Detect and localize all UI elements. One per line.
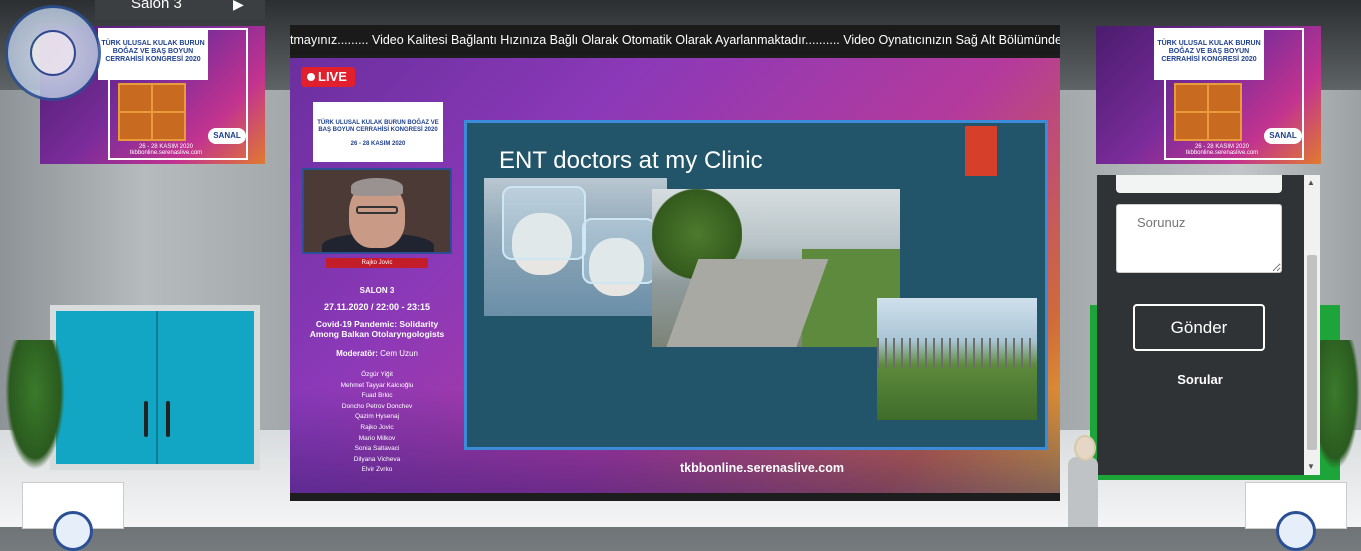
session-logo: TÜRK ULUSAL KULAK BURUN BOĞAZ VE BAŞ BOY… — [313, 102, 443, 162]
slide-photo-field — [877, 298, 1037, 420]
teal-door — [50, 305, 260, 470]
scroll-thumb[interactable] — [1307, 255, 1317, 450]
association-logo-icon — [5, 5, 101, 101]
pedestal-right — [1245, 482, 1347, 551]
session-topic: Covid-19 Pandemic: Solidarity Among Balk… — [309, 319, 445, 339]
session-url: tkbbonline.serenaslive.com — [680, 461, 844, 475]
questions-label: Sorular — [1177, 372, 1223, 387]
speaker-camera — [302, 168, 452, 254]
session-moderator: Moderatör: Cem Uzun — [336, 349, 418, 358]
scroll-up-icon[interactable]: ▲ — [1307, 178, 1315, 187]
session-time: 27.11.2020 / 22:00 - 23:15 — [323, 302, 431, 312]
scroll-down-icon[interactable]: ▼ — [1307, 462, 1315, 471]
slide-title: ENT doctors at my Clinic — [499, 147, 763, 174]
info-ticker: tmayınız......... Video Kalitesi Bağlant… — [290, 25, 1060, 55]
plant-left — [5, 340, 65, 470]
panelist: Sonia Saltavaci — [354, 445, 400, 453]
qa-scrollbar[interactable]: ▲ ▼ — [1304, 175, 1320, 475]
panelist: Mehmet Tayyar Kalcıoğlu — [340, 381, 414, 389]
speaker-name: Rajko Jovic — [326, 258, 428, 268]
pedestal-logo-icon — [53, 511, 93, 551]
session-info: SALON 3 27.11.2020 / 22:00 - 23:15 Covid… — [302, 286, 452, 476]
poster-date: 26 - 28 KASIM 2020 tkbbonline.serenaslive… — [1185, 144, 1259, 156]
panelist: Rajko Jovic — [360, 423, 394, 431]
submit-button[interactable]: Gönder — [1133, 304, 1265, 351]
salon-selector[interactable]: Salon 3 ▶ — [95, 0, 265, 20]
slide-accent — [965, 126, 997, 176]
poster-title: TÜRK ULUSAL KULAK BURUN BOĞAZ VE BAŞ BOY… — [1154, 28, 1264, 80]
poster-images — [1174, 83, 1242, 141]
panelist-list: Özgür Yiğit Mehmet Tayyar Kalcıoğlu Fuad… — [302, 370, 452, 476]
live-badge: LIVE — [301, 67, 355, 87]
sanal-badge: SANAL — [1264, 128, 1302, 144]
panelist: Qazim Hysenaj — [354, 413, 400, 421]
poster-images — [118, 83, 186, 141]
poster-date: 26 - 28 KASIM 2020 tkbbonline.serenaslive… — [129, 144, 203, 156]
qa-panel: Gönder Sorular ▲ ▼ — [1097, 175, 1320, 475]
question-input[interactable] — [1116, 204, 1282, 273]
play-icon[interactable]: ▶ — [233, 0, 244, 13]
salon-name: Salon 3 — [131, 0, 182, 12]
panelist: Doncho Petrov Donchev — [341, 402, 413, 410]
panelist: Özgür Yiğit — [361, 371, 393, 378]
panelist: Dilyana Vicheva — [353, 455, 401, 463]
slide-photo-doctors — [484, 178, 667, 316]
panelist: Elvir Zvrko — [361, 466, 393, 474]
video-screen[interactable]: LIVE TÜRK ULUSAL KULAK BURUN BOĞAZ VE BA… — [290, 58, 1060, 493]
poster-title: TÜRK ULUSAL KULAK BURUN BOĞAZ VE BAŞ BOY… — [98, 28, 208, 80]
live-dot-icon — [307, 73, 315, 81]
video-player[interactable]: tmayınız......... Video Kalitesi Bağlant… — [290, 25, 1060, 501]
panelist: Fuad Brkic — [361, 392, 393, 400]
pedestal-logo-icon — [1276, 511, 1316, 551]
poster-right: TÜRK ULUSAL KULAK BURUN BOĞAZ VE BAŞ BOY… — [1096, 26, 1321, 164]
sanal-badge: SANAL — [208, 128, 246, 144]
session-salon: SALON 3 — [359, 286, 395, 295]
presentation-slide: ENT doctors at my Clinic — [464, 120, 1048, 450]
virtual-presenter — [1064, 435, 1102, 527]
name-field[interactable] — [1116, 175, 1282, 193]
slide-photo-street — [652, 189, 900, 347]
panelist: Mario Milkov — [358, 434, 396, 442]
pedestal-left — [22, 482, 124, 551]
